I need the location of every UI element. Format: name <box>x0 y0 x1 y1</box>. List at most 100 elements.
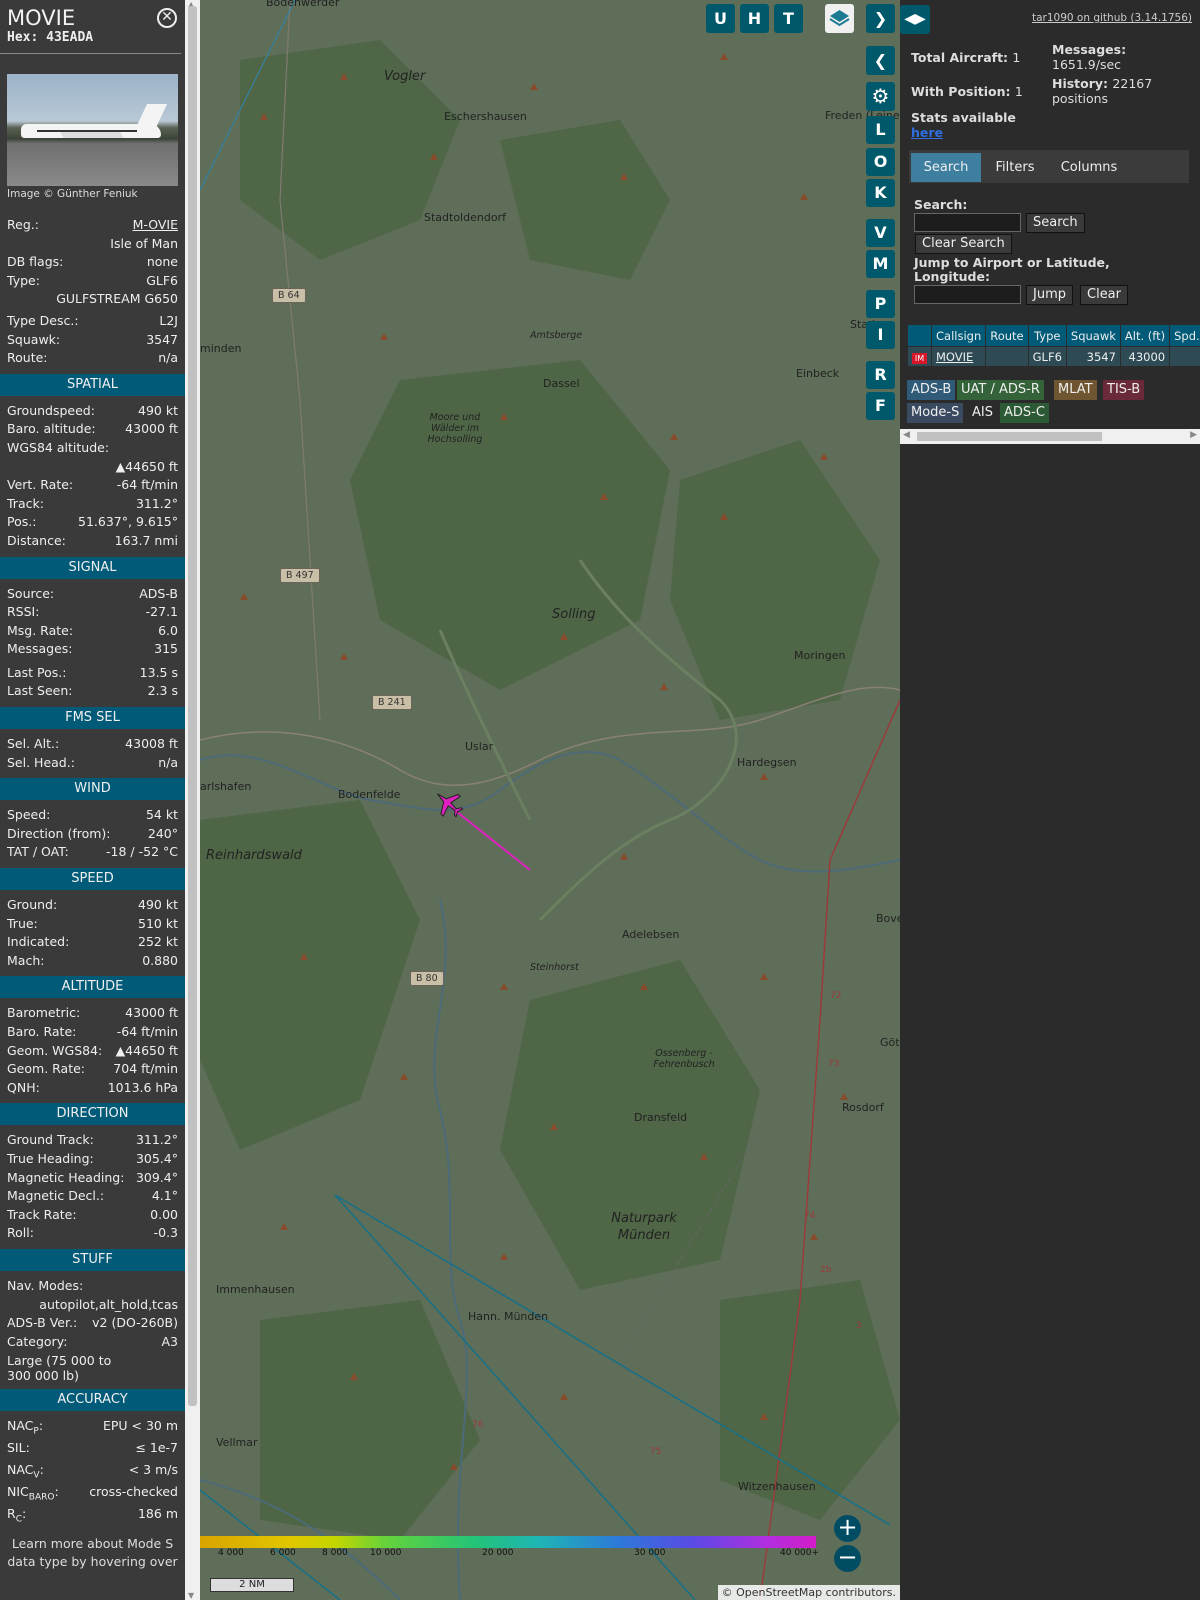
adsb-ver-value: v2 (DO-260B) <box>92 1315 178 1331</box>
info-header: MOVIE Hex: 43EADA ✕ <box>0 0 181 54</box>
clear-jump-button[interactable]: Clear <box>1080 285 1128 305</box>
hscrollbar-thumb[interactable] <box>917 432 1102 441</box>
search-button[interactable]: Search <box>1026 213 1085 233</box>
place-label: Vellmar <box>216 1436 258 1449</box>
col-type[interactable]: Type <box>1027 324 1067 347</box>
info-panel-scrollbar[interactable]: ▲ ▼ <box>185 0 200 1600</box>
toggle-u-button[interactable]: U <box>706 4 735 33</box>
registration-link[interactable]: M-OVIE <box>133 216 178 235</box>
col-route[interactable]: Route <box>985 324 1029 347</box>
close-icon[interactable]: ✕ <box>157 8 177 28</box>
settings-button[interactable]: ⚙ <box>866 82 895 111</box>
place-label: Ossenberg - Fehrenbusch <box>653 1048 715 1070</box>
mach-label: Mach: <box>7 952 45 968</box>
scrollbar-thumb[interactable] <box>188 6 197 1406</box>
squawk-cell: 3547 <box>1065 346 1121 367</box>
col-altitude[interactable]: Alt. (ft) <box>1119 324 1171 347</box>
mach-value: 0.880 <box>142 952 178 968</box>
scroll-left-icon[interactable]: ◀ <box>903 430 910 440</box>
toggle-v-button[interactable]: V <box>866 219 895 247</box>
map-view[interactable]: 72 73 74 2b 3 75 76 Bodenwerder Vogler Escher… <box>200 0 900 1600</box>
stats-available: Stats available here <box>911 110 1016 140</box>
stats-link[interactable]: here <box>911 125 943 140</box>
toggle-i-button[interactable]: I <box>866 321 895 349</box>
nic-baro-value: cross-checked <box>89 1484 178 1500</box>
col-squawk[interactable]: Squawk <box>1065 324 1121 347</box>
clear-search-button[interactable]: Clear Search <box>915 234 1012 254</box>
section-accuracy: ACCURACY <box>0 1389 185 1412</box>
road-shield: B 497 <box>280 568 320 583</box>
place-label: Adelebsen <box>622 928 680 941</box>
track-label: Track: <box>7 495 44 511</box>
place-label: Stadtoldendorf <box>424 211 506 224</box>
scroll-right-icon[interactable]: ▶ <box>1190 430 1197 440</box>
prev-button[interactable]: ❮ <box>866 46 895 75</box>
squawk-value: 3547 <box>146 331 178 347</box>
tab-search[interactable]: Search <box>911 153 981 182</box>
map-attribution[interactable]: © OpenStreetMap contributors. <box>717 1585 900 1600</box>
tab-filters[interactable]: Filters <box>983 153 1047 182</box>
toggle-k-button[interactable]: K <box>866 179 895 207</box>
place-label: Immenhausen <box>216 1283 295 1296</box>
search-input[interactable] <box>914 213 1021 232</box>
toggle-f-button[interactable]: F <box>866 392 895 420</box>
altitude-tick: 6 000 <box>270 1548 296 1558</box>
col-speed[interactable]: Spd. <box>1169 324 1200 347</box>
zoom-out-button[interactable]: − <box>834 1545 861 1572</box>
geom-label: Geom. WGS84: <box>7 1042 103 1058</box>
github-link[interactable]: tar1090 on github (3.14.1756) <box>1032 12 1192 24</box>
road-shield: B 241 <box>372 695 412 710</box>
place-label: Hann. Münden <box>468 1310 549 1323</box>
altitude-tick: 20 000 <box>482 1548 514 1558</box>
jump-button[interactable]: Jump <box>1026 285 1073 305</box>
type-cell: GLF6 <box>1027 346 1067 367</box>
place-label: Solling <box>552 607 596 622</box>
road-shield: B 64 <box>272 288 306 303</box>
tab-columns[interactable]: Columns <box>1049 153 1129 182</box>
table-horizontal-scrollbar[interactable]: ◀ ▶ <box>900 429 1200 444</box>
callsign-link[interactable]: MOVIE <box>936 350 973 364</box>
toggle-l-button[interactable]: L <box>866 116 895 144</box>
nacp-value: EPU < 30 m <box>102 1418 178 1434</box>
toggle-h-button[interactable]: H <box>740 4 769 33</box>
col-callsign[interactable]: Callsign <box>930 324 987 347</box>
col-flag[interactable] <box>907 324 932 347</box>
scroll-down-icon[interactable]: ▼ <box>188 1591 194 1600</box>
true-heading-label: True Heading: <box>7 1150 94 1166</box>
next-button[interactable]: ❯ <box>866 4 895 33</box>
place-label: Moore und Wälder im Hochsolling <box>427 412 483 445</box>
toggle-o-button[interactable]: O <box>866 148 895 176</box>
speed-cell <box>1169 346 1200 367</box>
section-spatial: SPATIAL <box>0 373 185 396</box>
last-seen-label: Last Seen: <box>7 683 73 699</box>
true-heading-value: 305.4° <box>135 1150 178 1166</box>
section-altitude: ALTITUDE <box>0 976 185 999</box>
aircraft-photo[interactable] <box>7 74 178 186</box>
toggle-r-button[interactable]: R <box>866 361 895 389</box>
toggle-p-button[interactable]: P <box>866 290 895 318</box>
place-label: Bodenwerder <box>266 0 340 9</box>
svg-text:72: 72 <box>830 991 841 1001</box>
legend-adsc: ADS-C <box>1000 403 1049 423</box>
toggle-t-button[interactable]: T <box>774 4 803 33</box>
jump-input[interactable] <box>914 285 1021 304</box>
sidebar-toggle-button[interactable]: ◀▶ <box>900 5 930 34</box>
true-speed-label: True: <box>7 915 38 931</box>
place-label: Rosdorf <box>842 1101 884 1114</box>
hex-code: Hex: 43EADA <box>7 30 94 45</box>
dbflags-label: DB flags: <box>7 254 64 270</box>
category-label: Category: <box>7 1333 68 1349</box>
baro-alt-value: 43000 ft <box>125 421 178 437</box>
mag-heading-value: 309.4° <box>135 1169 178 1185</box>
table-row[interactable]: IM MOVIE GLF6 3547 43000 <box>907 346 1200 367</box>
mag-decl-label: Magnetic Decl.: <box>7 1188 105 1204</box>
type-value: GLF6 <box>146 272 178 288</box>
toggle-m-button[interactable]: M <box>866 250 895 278</box>
layers-button[interactable] <box>825 4 854 33</box>
barometric-value: 43000 ft <box>125 1005 178 1021</box>
zoom-in-button[interactable]: + <box>834 1515 861 1542</box>
track-rate-value: 0.00 <box>150 1206 178 1222</box>
place-label: Bodenfelde <box>338 788 401 801</box>
tat-oat-label: TAT / OAT: <box>7 844 69 860</box>
position-label: Pos.: <box>7 514 37 530</box>
